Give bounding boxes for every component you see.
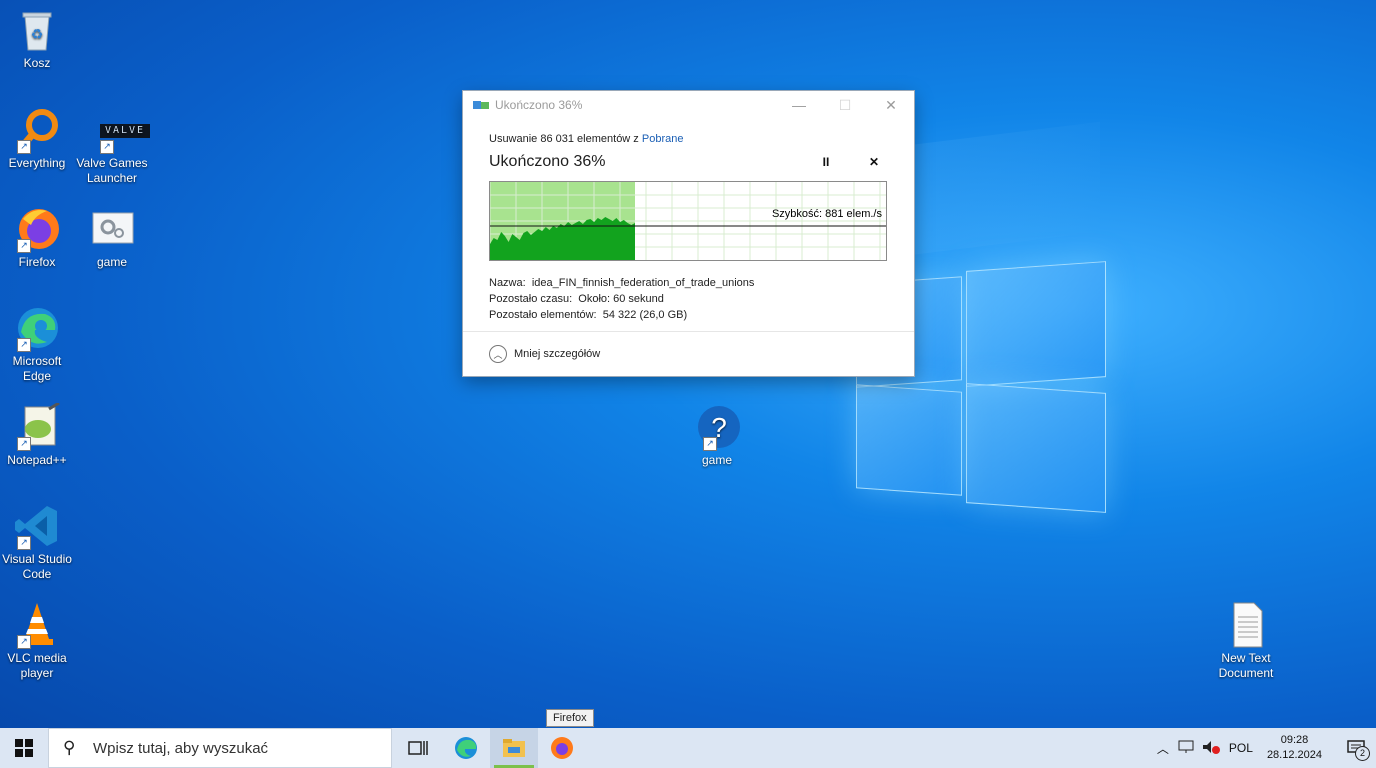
edge-icon: ↗ [13, 304, 61, 352]
desktop-icon-edge[interactable]: ↗ Microsoft Edge [0, 304, 74, 384]
cancel-button[interactable]: ✕ [860, 150, 888, 174]
volume-muted-icon[interactable] [1199, 740, 1223, 757]
operation-text: Usuwanie 86 031 elementów z [489, 133, 639, 145]
details-section: Nazwa: idea_FIN_finnish_federation_of_tr… [489, 275, 888, 323]
clock-date: 28.12.2024 [1266, 749, 1322, 761]
time-remaining-value: Około: 60 sekund [578, 293, 664, 305]
name-label: Nazwa: [489, 277, 526, 289]
system-tray: ︿ POL 09:28 28.12.2024 2 [1151, 728, 1376, 768]
desktop-icon-notepadpp[interactable]: ↗ Notepad++ [0, 401, 74, 468]
file-operation-icon [473, 99, 489, 111]
notepadpp-icon: ↗ [13, 401, 61, 451]
minimize-button[interactable]: — [776, 91, 822, 119]
shortcut-arrow-icon: ↗ [17, 635, 31, 649]
desktop-icon-everything[interactable]: ↗ Everything [0, 106, 74, 171]
desktop-icon-vlc[interactable]: ↗ VLC media player [0, 601, 74, 681]
start-button[interactable] [0, 728, 48, 768]
taskbar-edge-button[interactable] [442, 728, 490, 768]
recycle-bin-icon: ♻ [13, 6, 61, 54]
shortcut-arrow-icon: ↗ [100, 140, 114, 154]
maximize-button[interactable]: ☐ [822, 91, 868, 119]
language-indicator[interactable]: POL [1229, 741, 1253, 755]
items-remaining-label: Pozostało elementów: [489, 309, 597, 321]
desktop-icon-label: Everything [8, 156, 66, 170]
firefox-icon [551, 737, 573, 759]
edge-icon [455, 737, 477, 759]
taskbar: ⚲ Wpisz tutaj, aby wyszukać ︿ POL 09:28 … [0, 728, 1376, 768]
chevron-up-icon: ︿ [489, 345, 507, 363]
task-view-button[interactable] [394, 728, 442, 768]
desktop-icon-label: game [701, 453, 733, 467]
taskbar-firefox-button[interactable] [538, 728, 586, 768]
text-document-icon [1222, 601, 1270, 649]
source-folder-link[interactable]: Pobrane [642, 133, 684, 145]
desktop-icon-label: New Text Document [1218, 651, 1274, 680]
shortcut-arrow-icon: ↗ [17, 239, 31, 253]
taskbar-file-explorer-button[interactable] [490, 728, 538, 768]
svg-text:♻: ♻ [31, 26, 44, 42]
firefox-icon: ↗ [13, 205, 61, 253]
unknown-file-question-icon: ? ↗ [693, 403, 741, 451]
desktop-icon-label: Firefox [18, 255, 56, 269]
task-view-icon [408, 741, 428, 755]
time-remaining-label: Pozostało czasu: [489, 293, 573, 305]
less-details-toggle[interactable]: ︿ Mniej szczegółów [463, 331, 914, 376]
shortcut-arrow-icon: ↗ [703, 437, 717, 451]
less-details-label: Mniej szczegółów [514, 348, 601, 360]
items-remaining-value: 54 322 (26,0 GB) [602, 309, 688, 321]
folder-icon [503, 739, 525, 757]
shortcut-arrow-icon: ↗ [17, 140, 31, 154]
desktop-icon-new-text-document[interactable]: New Text Document [1209, 601, 1283, 681]
desktop-icon-label: Kosz [23, 56, 51, 70]
valve-logo-icon: VALVE ↗ [88, 106, 150, 154]
desktop-icon-recycle-bin[interactable]: ♻ Kosz [0, 6, 74, 71]
shortcut-arrow-icon: ↗ [17, 536, 31, 550]
search-icon: ⚲ [63, 738, 76, 757]
desktop-icon-game-folder[interactable]: game [75, 205, 149, 270]
taskbar-search-box[interactable]: ⚲ Wpisz tutaj, aby wyszukać [48, 728, 392, 768]
gears-settings-icon [88, 205, 136, 253]
clock[interactable]: 09:28 28.12.2024 [1267, 733, 1322, 763]
dialog-titlebar[interactable]: Ukończono 36% — ☐ ✕ [463, 91, 914, 119]
desktop-icon-valve-launcher[interactable]: VALVE ↗ Valve Games Launcher [75, 106, 150, 186]
speed-readout: Szybkość: 881 elem./s [771, 208, 882, 220]
action-center-button[interactable]: 2 [1336, 728, 1376, 768]
close-button[interactable]: ✕ [868, 91, 914, 119]
windows-start-icon [15, 739, 33, 757]
desktop-icon-label: Valve Games Launcher [76, 156, 148, 185]
show-hidden-icons-chevron-icon[interactable]: ︿ [1151, 740, 1175, 757]
taskbar-tooltip: Firefox [546, 709, 594, 727]
operation-description: Usuwanie 86 031 elementów z Pobrane [489, 133, 888, 145]
shortcut-arrow-icon: ↗ [17, 338, 31, 352]
dialog-title: Ukończono 36% [495, 98, 583, 112]
progress-graph: Szybkość: 881 elem./s [489, 181, 887, 261]
desktop-icon-label: Microsoft Edge [12, 354, 62, 383]
desktop-icon-label: game [96, 255, 128, 269]
desktop-icon-label: Notepad++ [7, 453, 67, 467]
everything-magnifier-icon: ↗ [13, 106, 61, 154]
notification-count-badge: 2 [1355, 746, 1370, 761]
vscode-icon: ↗ [13, 502, 61, 550]
clock-time: 09:28 [1280, 734, 1309, 746]
search-placeholder: Wpisz tutaj, aby wyszukać [93, 739, 269, 757]
shortcut-arrow-icon: ↗ [17, 437, 31, 451]
progress-heading: Ukończono 36% [489, 153, 606, 170]
name-value: idea_FIN_finnish_federation_of_trade_uni… [531, 277, 755, 289]
desktop-icon-game-shortcut[interactable]: ? ↗ game [680, 403, 754, 468]
desktop-icon-label: VLC media player [7, 651, 67, 680]
desktop-icon-label: Visual Studio Code [2, 552, 72, 581]
delete-progress-dialog: Ukończono 36% — ☐ ✕ Usuwanie 86 031 elem… [463, 91, 914, 376]
desktop-icon-firefox[interactable]: ↗ Firefox [0, 205, 74, 270]
network-icon[interactable] [1175, 740, 1199, 757]
vlc-cone-icon: ↗ [13, 601, 61, 649]
desktop-icon-vscode[interactable]: ↗ Visual Studio Code [0, 502, 74, 582]
pause-button[interactable]: II [812, 150, 840, 174]
